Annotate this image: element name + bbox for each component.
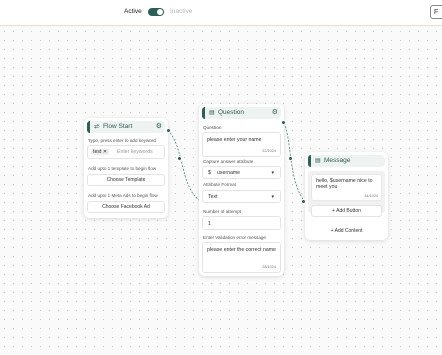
keyword-input[interactable]: test ✕ Enter keywords [87, 145, 165, 159]
chevron-down-icon: ▾ [271, 194, 274, 200]
question-header: ▤ Question ⚙ [202, 107, 281, 119]
edge-midpoint-handle-2[interactable] [288, 156, 293, 161]
add-button[interactable]: + Add Button [311, 205, 382, 217]
question-text: please enter your name [207, 137, 262, 143]
flow-icon: ⇄ [94, 124, 100, 130]
keyword-label: Type, press enter to add keyword [88, 138, 156, 143]
choose-template-button[interactable]: Choose Template [87, 174, 165, 186]
capture-value: username [217, 170, 241, 176]
question-out-handle[interactable] [281, 120, 286, 125]
close-icon[interactable]: ✕ [103, 149, 107, 155]
flow-start-out-handle[interactable] [166, 128, 171, 133]
attempt-value: 1 [208, 221, 211, 227]
keyword-chip[interactable]: test ✕ [91, 149, 110, 155]
dollar-icon: $ [208, 170, 211, 176]
template-label: Add upto 1 template to begin flow [88, 166, 157, 171]
error-text: please enter the correct name [207, 247, 276, 253]
capture-attribute-select[interactable]: $ username ▾ [202, 166, 281, 179]
header-accent-bar [202, 107, 205, 119]
header-accent-bar [308, 155, 311, 167]
edge-midpoint-handle[interactable] [177, 156, 182, 161]
meta-label: Add upto 1 Meta Ads to begin flow [88, 193, 158, 198]
format-label: Attribute Format [203, 182, 236, 187]
question-node[interactable]: ▤ Question ⚙ Question please enter your … [199, 104, 284, 276]
attempt-label: Number of attempt [203, 209, 242, 214]
flow-start-title: Flow Start [103, 123, 133, 130]
flow-start-node[interactable]: ⇄ Flow Start ⚙ Type, press enter to add … [84, 118, 168, 218]
keyword-chip-label: test [93, 149, 102, 155]
question-textarea[interactable]: please enter your name 22/1024 [202, 132, 281, 157]
message-char-count: 34/1024 [364, 194, 378, 198]
edge-start-to-question [167, 129, 200, 201]
question-icon: ▤ [209, 110, 215, 116]
edge-question-to-message [283, 122, 306, 203]
message-in-handle[interactable] [301, 199, 306, 204]
attempt-input[interactable]: 1 [202, 216, 281, 230]
message-bubble[interactable]: hello, $username nice to meet you 34/102… [311, 174, 382, 201]
question-title: Question [218, 109, 245, 116]
chevron-down-icon: ▾ [271, 170, 274, 176]
error-message-textarea[interactable]: please enter the correct name 28/1024 [202, 242, 281, 273]
question-char-count: 22/1024 [262, 149, 276, 153]
add-content-button[interactable]: + Add Content [305, 228, 388, 234]
add-button-label: + Add Button [332, 208, 361, 214]
choose-facebook-ad-button[interactable]: Choose Facebook Ad [87, 201, 165, 213]
message-text: hello, $username nice to meet you [316, 178, 373, 190]
error-char-count: 28/1024 [262, 265, 276, 269]
capture-label: Capture answer attribute [203, 159, 254, 164]
keyword-placeholder: Enter keywords [117, 149, 153, 155]
message-title: Message [324, 157, 351, 164]
gear-icon[interactable]: ⚙ [272, 107, 278, 119]
attribute-format-select[interactable]: Text ▾ [202, 190, 281, 203]
format-value: Text [208, 194, 218, 200]
message-node[interactable]: ▤ Message hello, $username nice to meet … [305, 152, 388, 240]
message-icon: ▤ [315, 158, 321, 164]
choose-facebook-ad-label: Choose Facebook Ad [102, 204, 150, 210]
question-label: Question [203, 125, 222, 130]
message-header: ▤ Message [308, 155, 385, 167]
header-accent-bar [87, 121, 90, 133]
error-label: Enter Validation error message [203, 235, 266, 240]
choose-template-label: Choose Template [106, 177, 146, 183]
gear-icon[interactable]: ⚙ [156, 121, 162, 133]
flow-start-header: ⇄ Flow Start ⚙ [87, 121, 165, 133]
